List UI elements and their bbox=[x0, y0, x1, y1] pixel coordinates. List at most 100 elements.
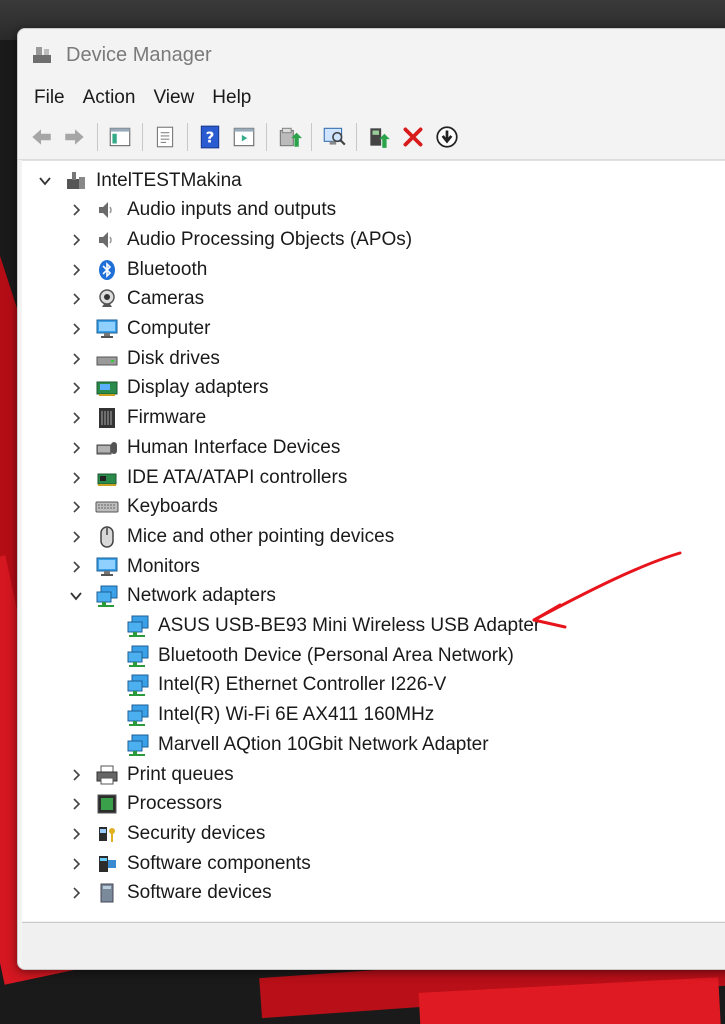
display-adapter-icon bbox=[95, 376, 119, 400]
chevron-right-icon[interactable] bbox=[67, 201, 85, 219]
network-adapter-icon bbox=[126, 614, 150, 638]
tree-category-security-devices[interactable]: Security devices bbox=[67, 819, 265, 848]
chevron-right-icon[interactable] bbox=[67, 469, 85, 487]
chevron-right-icon[interactable] bbox=[67, 825, 85, 843]
tree-category-cameras[interactable]: Cameras bbox=[67, 285, 204, 314]
chevron-right-icon[interactable] bbox=[67, 795, 85, 813]
tree-category-processors[interactable]: Processors bbox=[67, 790, 222, 819]
menu-view[interactable]: View bbox=[145, 87, 202, 109]
network-adapter-icon bbox=[126, 703, 150, 727]
disable-device-button[interactable] bbox=[432, 122, 462, 152]
security-device-icon bbox=[95, 822, 119, 846]
chevron-right-icon[interactable] bbox=[67, 528, 85, 546]
tree-category-software-devices[interactable]: Software devices bbox=[67, 879, 272, 908]
tree-category-mice-and-other-pointing-devices[interactable]: Mice and other pointing devices bbox=[67, 522, 394, 551]
tree-device-intel-r-ethernet-controller-i226-v[interactable]: Intel(R) Ethernet Controller I226-V bbox=[126, 671, 446, 700]
hid-icon bbox=[95, 436, 119, 460]
tree-category-keyboards[interactable]: Keyboards bbox=[67, 493, 218, 522]
arrow-right-icon bbox=[62, 124, 88, 150]
scan-for-hardware-changes-button[interactable] bbox=[319, 122, 349, 152]
tree-root-inteltestmakina[interactable]: IntelTESTMakina bbox=[36, 166, 242, 195]
chevron-down-icon[interactable] bbox=[67, 587, 85, 605]
properties-button[interactable] bbox=[150, 122, 180, 152]
tree-category-human-interface-devices[interactable]: Human Interface Devices bbox=[67, 433, 340, 462]
tree-category-ide-ata-atapi-controllers[interactable]: IDE ATA/ATAPI controllers bbox=[67, 463, 347, 492]
svg-text:?: ? bbox=[206, 128, 215, 146]
chevron-right-icon[interactable] bbox=[67, 379, 85, 397]
chevron-right-icon[interactable] bbox=[67, 409, 85, 427]
tree-item-label: Bluetooth bbox=[127, 258, 208, 280]
chevron-right-icon[interactable] bbox=[67, 766, 85, 784]
disk-drive-icon bbox=[95, 347, 119, 371]
keyboard-icon bbox=[95, 495, 119, 519]
tree-item-label: Keyboards bbox=[127, 496, 218, 518]
back-button[interactable] bbox=[26, 122, 56, 152]
action-pane-icon bbox=[231, 124, 257, 150]
status-bar bbox=[22, 922, 725, 969]
chevron-right-icon[interactable] bbox=[67, 350, 85, 368]
tree-category-disk-drives[interactable]: Disk drives bbox=[67, 344, 220, 373]
tree-category-bluetooth[interactable]: Bluetooth bbox=[67, 255, 207, 284]
properties-icon bbox=[152, 124, 178, 150]
uninstall-device-button[interactable] bbox=[398, 122, 428, 152]
show-action-pane-button[interactable] bbox=[229, 122, 259, 152]
tree-item-label: Display adapters bbox=[127, 377, 269, 399]
menu-help[interactable]: Help bbox=[204, 87, 259, 109]
chevron-right-icon[interactable] bbox=[67, 320, 85, 338]
tree-category-audio-processing-objects-apos[interactable]: Audio Processing Objects (APOs) bbox=[67, 225, 412, 254]
chevron-right-icon[interactable] bbox=[67, 558, 85, 576]
tree-device-intel-r-wi-fi-6e-ax411-160mhz[interactable]: Intel(R) Wi-Fi 6E AX411 160MHz bbox=[126, 701, 434, 730]
chevron-right-icon[interactable] bbox=[67, 855, 85, 873]
tree-category-computer[interactable]: Computer bbox=[67, 315, 210, 344]
toolbar-separator bbox=[187, 123, 188, 151]
tree-category-software-components[interactable]: Software components bbox=[67, 849, 311, 878]
speaker-icon bbox=[95, 228, 119, 252]
tree-item-label: Processors bbox=[127, 793, 223, 815]
chevron-right-icon[interactable] bbox=[67, 884, 85, 902]
speaker-icon bbox=[95, 198, 119, 222]
tree-category-audio-inputs-and-outputs[interactable]: Audio inputs and outputs bbox=[67, 196, 336, 225]
show-hide-console-tree-button[interactable] bbox=[105, 122, 135, 152]
toolbar: ? bbox=[18, 115, 725, 160]
enable-device-button[interactable] bbox=[364, 122, 394, 152]
ide-controller-icon bbox=[95, 466, 119, 490]
chevron-right-icon[interactable] bbox=[67, 439, 85, 457]
tree-device-bluetooth-device-personal-area-network[interactable]: Bluetooth Device (Personal Area Network) bbox=[126, 641, 514, 670]
chevron-right-icon[interactable] bbox=[67, 290, 85, 308]
tree-category-firmware[interactable]: Firmware bbox=[67, 404, 206, 433]
monitor-icon bbox=[95, 317, 119, 341]
printer-icon bbox=[95, 763, 119, 787]
title-bar[interactable]: Device Manager bbox=[18, 29, 725, 81]
tree-item-label: Cameras bbox=[127, 288, 205, 310]
chevron-right-icon[interactable] bbox=[67, 231, 85, 249]
enable-device-icon bbox=[366, 124, 392, 150]
tree-category-network-adapters[interactable]: Network adapters bbox=[67, 582, 276, 611]
mouse-icon bbox=[95, 525, 119, 549]
tree-category-display-adapters[interactable]: Display adapters bbox=[67, 374, 269, 403]
down-arrow-circle-icon bbox=[434, 124, 460, 150]
tree-category-print-queues[interactable]: Print queues bbox=[67, 760, 234, 789]
toolbar-separator bbox=[97, 123, 98, 151]
help-button[interactable]: ? bbox=[195, 122, 225, 152]
menu-file[interactable]: File bbox=[26, 87, 73, 109]
tree-item-label: Intel(R) Wi-Fi 6E AX411 160MHz bbox=[158, 704, 435, 726]
chevron-right-icon[interactable] bbox=[67, 498, 85, 516]
console-tree-icon bbox=[107, 124, 133, 150]
device-manager-app-icon bbox=[33, 47, 51, 63]
tree-item-label: Print queues bbox=[127, 763, 234, 785]
update-driver-button[interactable] bbox=[274, 122, 304, 152]
menu-action[interactable]: Action bbox=[75, 87, 144, 109]
forward-button[interactable] bbox=[60, 122, 90, 152]
scan-monitor-icon bbox=[321, 124, 347, 150]
tree-device-marvell-aqtion-10gbit-network-adapter[interactable]: Marvell AQtion 10Gbit Network Adapter bbox=[126, 730, 489, 759]
tree-category-monitors[interactable]: Monitors bbox=[67, 552, 200, 581]
red-arrow-annotation bbox=[532, 551, 682, 629]
device-tree[interactable]: IntelTESTMakina Audio inputs and outputs A… bbox=[22, 160, 725, 921]
chevron-right-icon[interactable] bbox=[67, 261, 85, 279]
tree-item-label: Audio Processing Objects (APOs) bbox=[127, 228, 413, 250]
tree-device-asus-usb-be93-mini-wireless-usb-adapter[interactable]: ASUS USB-BE93 Mini Wireless USB Adapter bbox=[126, 612, 540, 641]
device-manager-window: Device Manager File Action View Help ? Inte… bbox=[17, 28, 725, 970]
tree-item-label: Marvell AQtion 10Gbit Network Adapter bbox=[158, 733, 489, 755]
tree-item-label: ASUS USB-BE93 Mini Wireless USB Adapter bbox=[158, 615, 541, 636]
chevron-down-icon[interactable] bbox=[36, 172, 54, 190]
